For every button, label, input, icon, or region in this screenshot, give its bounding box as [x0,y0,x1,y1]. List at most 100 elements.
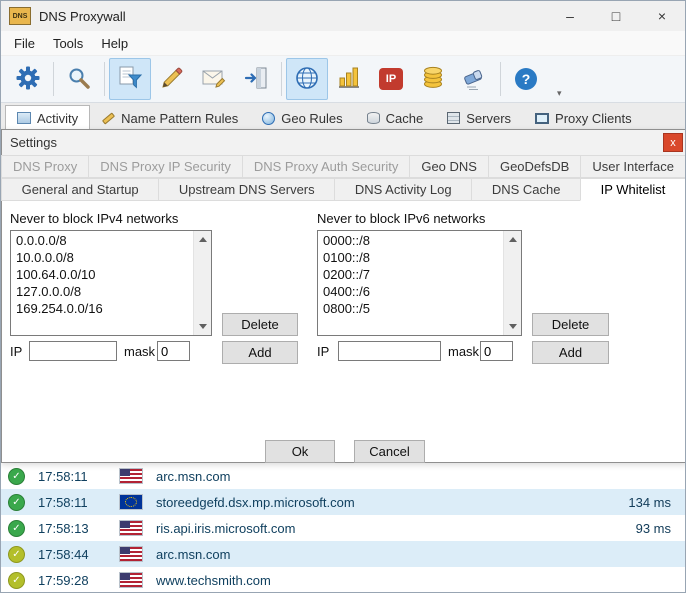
main-tab-bar: Activity Name Pattern Rules Geo Rules Ca… [1,103,685,132]
country-flag-icon [120,469,142,483]
mail-report-button[interactable] [193,58,235,100]
ip-blocklist-button[interactable]: IP [370,58,412,100]
ip-icon: IP [379,68,403,90]
list-item[interactable]: 0400::/6 [318,283,503,300]
list-item[interactable]: 127.0.0.0/8 [11,283,193,300]
list-item[interactable]: 0100::/8 [318,249,503,266]
activity-icon [17,112,31,124]
ipv6-ip-label: IP [317,344,330,359]
tab-cache[interactable]: Cache [355,105,436,131]
settings-tab-ip-whitelist[interactable]: IP Whitelist [580,178,685,201]
dialog-close-button[interactable]: x [663,133,683,152]
list-item[interactable]: 10.0.0.0/8 [11,249,193,266]
activity-domain: www.techsmith.com [156,572,271,588]
ok-button[interactable]: Ok [265,440,335,463]
filter-page-icon [117,65,143,94]
status-icon [8,519,25,537]
ipv6-mask-input[interactable] [480,341,513,361]
status-icon [8,545,25,563]
activity-row[interactable]: 17:58:11 arc.msn.com [1,463,685,489]
tab-servers[interactable]: Servers [435,105,523,131]
scroll-up-icon[interactable] [194,231,211,248]
minimize-button[interactable]: – [547,1,593,31]
app-icon: DNS [9,7,31,25]
ipv4-listbox[interactable]: 0.0.0.0/8 10.0.0.0/8 100.64.0.0/10 127.0… [10,230,212,336]
list-item[interactable]: 0800::/5 [318,300,503,317]
tab-servers-label: Servers [466,110,512,126]
ipv6-delete-button[interactable]: Delete [532,313,609,336]
search-button[interactable] [58,58,100,100]
counters-button[interactable] [412,58,454,100]
list-item[interactable]: 0200::/7 [318,266,503,283]
ipv4-scrollbar[interactable] [193,231,211,335]
toolbar-separator [281,62,282,96]
help-icon: ? [515,68,537,90]
settings-tab-dns-proxy-auth-security[interactable]: DNS Proxy Auth Security [241,155,411,178]
menu-tools[interactable]: Tools [44,33,92,54]
status-icon [8,571,25,589]
exit-button[interactable] [235,58,277,100]
ipv4-delete-button[interactable]: Delete [222,313,298,336]
clear-log-button[interactable] [454,58,496,100]
activity-row[interactable]: 17:58:11 storeedgefd.dsx.mp.microsoft.co… [1,489,685,515]
scroll-down-icon[interactable] [504,318,521,335]
settings-tab-upstream-dns-servers[interactable]: Upstream DNS Servers [158,178,336,201]
settings-tab-dns-cache[interactable]: DNS Cache [471,178,582,201]
maximize-button[interactable]: □ [593,1,639,31]
settings-dialog-titlebar: Settings x [2,130,685,155]
status-icon [8,467,25,485]
tab-name-pattern-rules[interactable]: Name Pattern Rules [90,105,250,131]
list-item[interactable]: 0000::/8 [318,232,503,249]
activity-row[interactable]: 17:58:13 ris.api.iris.microsoft.com 93 m… [1,515,685,541]
ipv4-mask-input[interactable] [157,341,190,361]
edit-rules-button[interactable] [151,58,193,100]
settings-tab-geo-dns[interactable]: Geo DNS [409,155,489,178]
ipv6-listbox[interactable]: 0000::/8 0100::/8 0200::/7 0400::/6 0800… [317,230,522,336]
cancel-button[interactable]: Cancel [354,440,425,463]
geo-view-button[interactable] [286,58,328,100]
settings-tab-general-and-startup[interactable]: General and Startup [1,178,160,201]
country-flag-icon [120,547,142,561]
toolbar-overflow-chevron-icon[interactable]: ▾ [557,88,562,99]
ipv4-add-button[interactable]: Add [222,341,298,364]
list-item[interactable]: 169.254.0.0/16 [11,300,193,317]
activity-time: 17:58:44 [38,546,89,562]
settings-tab-user-interface[interactable]: User Interface [580,155,685,178]
ipv6-ip-input[interactable] [338,341,441,361]
settings-tab-dns-activity-log[interactable]: DNS Activity Log [334,178,473,201]
settings-tabs-row2: General and Startup Upstream DNS Servers… [1,178,685,201]
close-button[interactable]: × [639,1,685,31]
settings-tab-geodefsdb[interactable]: GeoDefsDB [487,155,582,178]
filter-rules-button[interactable] [109,58,151,100]
settings-button[interactable] [7,58,49,100]
cache-drive-icon [366,112,380,124]
help-button[interactable]: ? [505,58,547,100]
list-item[interactable]: 100.64.0.0/10 [11,266,193,283]
status-icon [8,493,25,511]
tab-geo-rules[interactable]: Geo Rules [250,105,354,131]
pencil-icon [102,111,116,125]
server-icon [447,112,461,124]
ipv6-add-button[interactable]: Add [532,341,609,364]
list-item[interactable]: 0.0.0.0/8 [11,232,193,249]
activity-latency: 93 ms [635,520,671,536]
app-window: DNS DNS Proxywall – □ × File Tools Help [0,0,686,593]
statistics-button[interactable] [328,58,370,100]
activity-log: 17:58:11 arc.msn.com 17:58:11 storeedgef… [1,463,685,592]
scroll-up-icon[interactable] [504,231,521,248]
ipv4-list-items: 0.0.0.0/8 10.0.0.0/8 100.64.0.0/10 127.0… [11,231,193,335]
scroll-down-icon[interactable] [194,318,211,335]
menu-help[interactable]: Help [92,33,137,54]
ipv6-scrollbar[interactable] [503,231,521,335]
activity-row[interactable]: 17:59:28 www.techsmith.com [1,567,685,592]
ipv4-ip-input[interactable] [29,341,117,361]
coins-icon [420,65,446,94]
tab-proxy-clients[interactable]: Proxy Clients [523,105,644,131]
activity-row[interactable]: 17:58:44 arc.msn.com [1,541,685,567]
tab-activity[interactable]: Activity [5,105,91,131]
country-flag-icon [120,573,142,587]
settings-tab-dns-proxy[interactable]: DNS Proxy [1,155,90,178]
ipv6-mask-label: mask [448,344,480,359]
menu-file[interactable]: File [5,33,44,54]
settings-tab-dns-proxy-ip-security[interactable]: DNS Proxy IP Security [88,155,243,178]
